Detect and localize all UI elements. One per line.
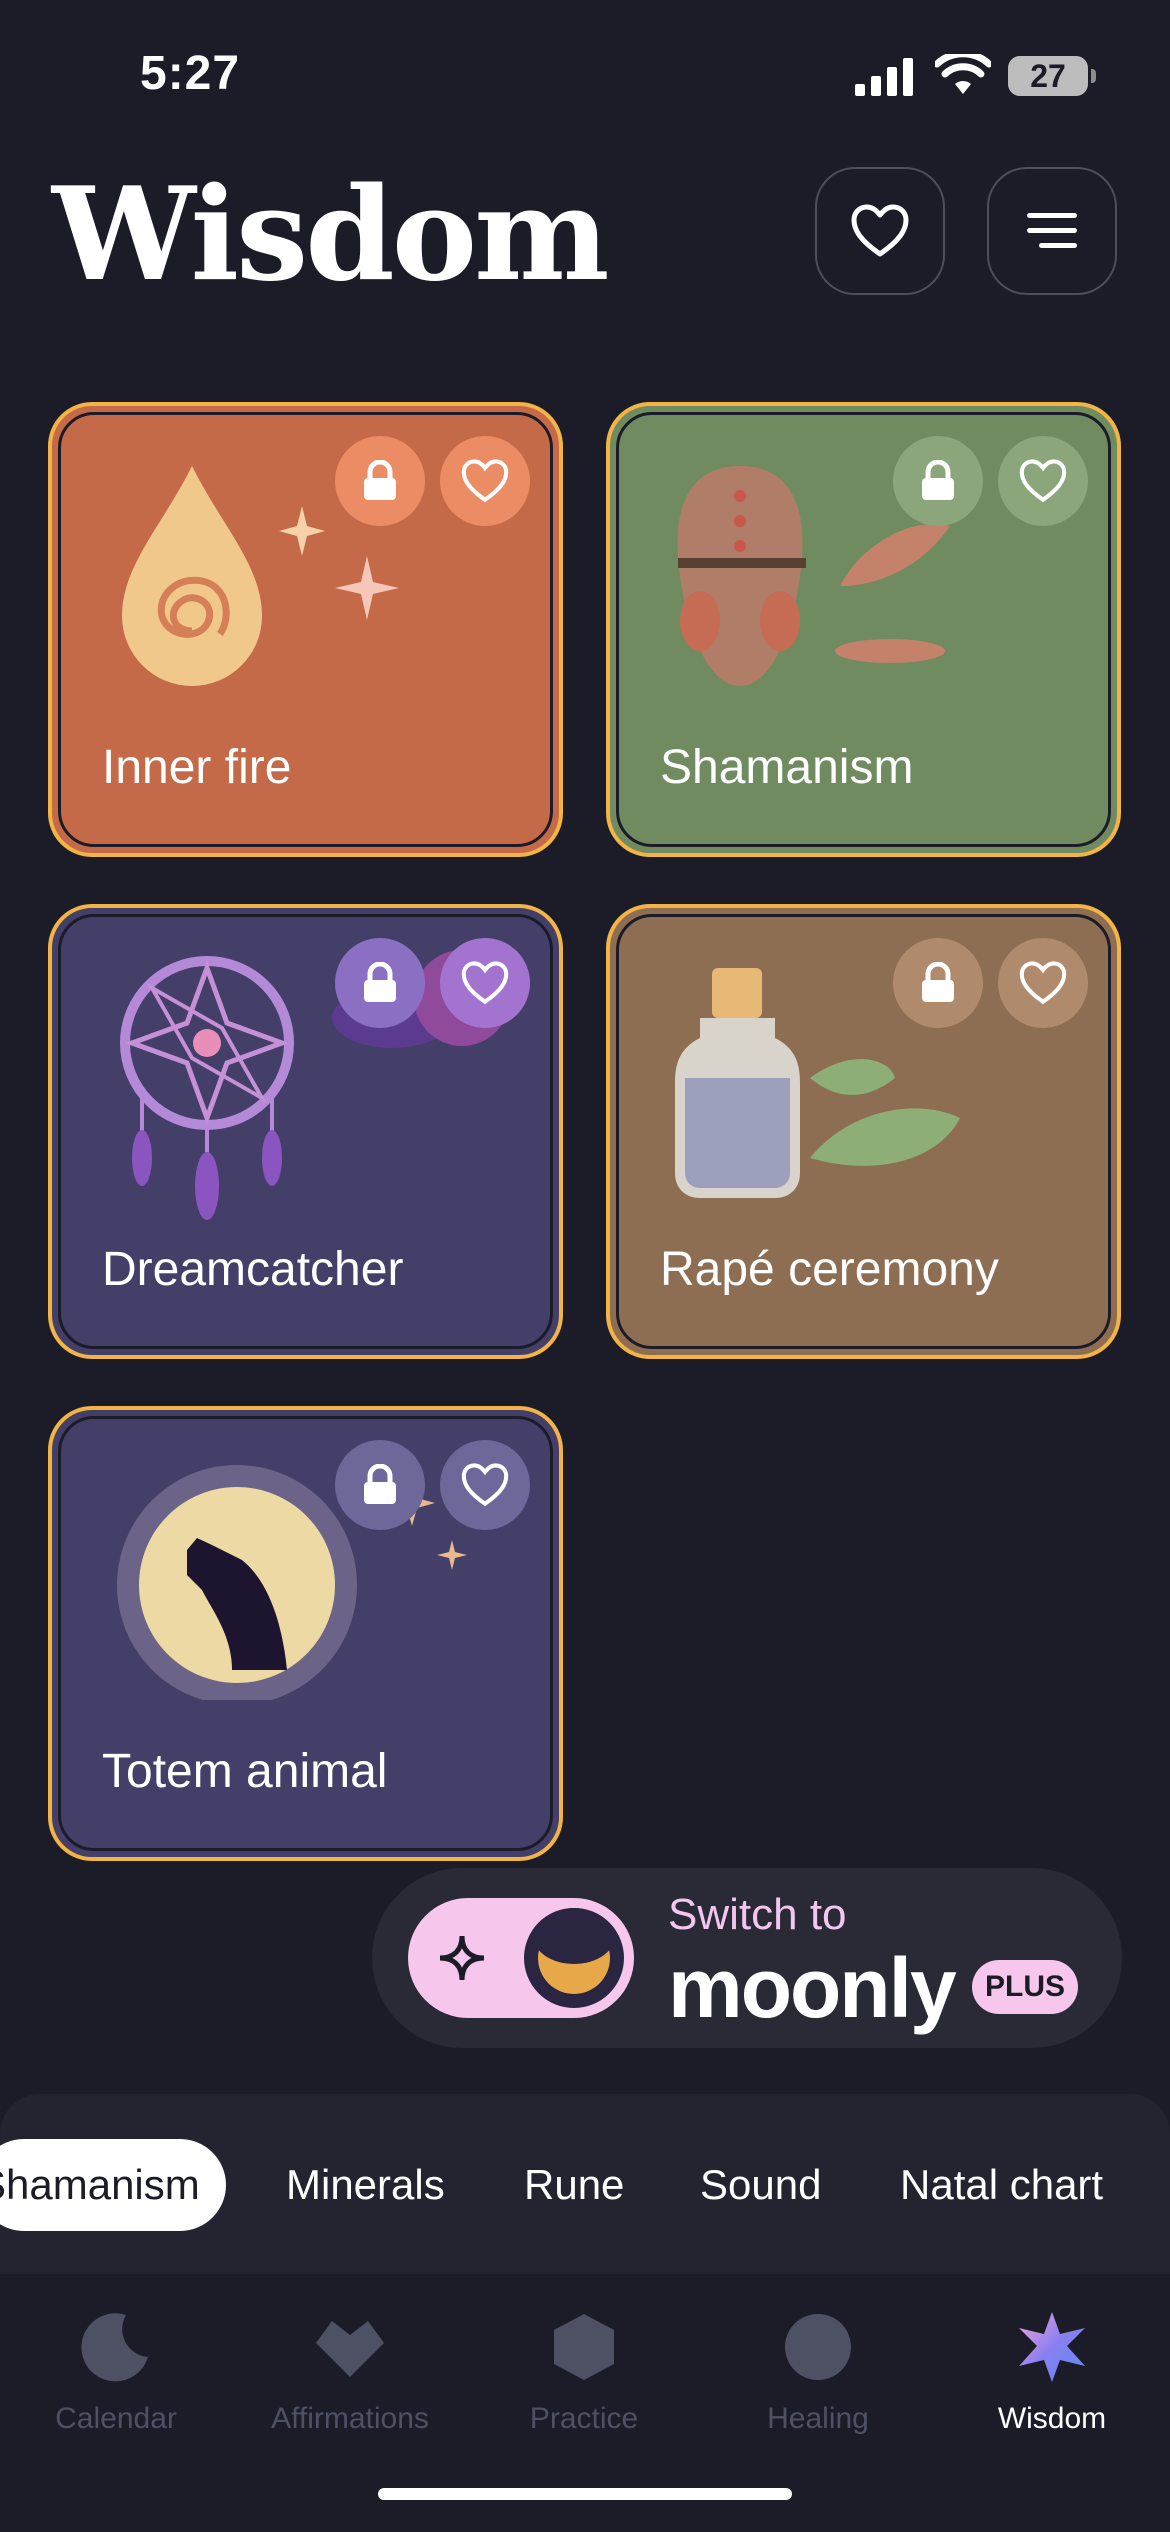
nav-affirmations[interactable]: Affirmations bbox=[250, 2302, 450, 2436]
heart-icon bbox=[461, 1463, 509, 1507]
nav-label: Wisdom bbox=[997, 2402, 1107, 2435]
promo-line: Switch to bbox=[668, 1890, 847, 1939]
nav-label: Calendar bbox=[55, 2402, 177, 2435]
favorite-button[interactable] bbox=[998, 436, 1088, 526]
page-title: Wisdom bbox=[52, 160, 609, 310]
sparkle-icon bbox=[439, 1935, 485, 1981]
cellular-signal-icon bbox=[855, 58, 913, 96]
moonly-plus-promo[interactable]: Switch to moonly PLUS bbox=[372, 1868, 1122, 2048]
status-time: 5:27 bbox=[140, 47, 241, 100]
heart-icon bbox=[461, 459, 509, 503]
star-icon bbox=[1019, 2312, 1085, 2382]
wifi-icon bbox=[935, 54, 991, 94]
favorite-button[interactable] bbox=[440, 938, 530, 1028]
card-totem-animal[interactable]: Totem animal bbox=[48, 1406, 563, 1861]
favorite-button[interactable] bbox=[998, 938, 1088, 1028]
mode-toggle[interactable] bbox=[408, 1898, 634, 2018]
tab-sound[interactable]: Sound bbox=[700, 2139, 821, 2231]
lock-button[interactable] bbox=[335, 1440, 425, 1530]
category-tabs: Shamanism Minerals Rune Sound Natal char… bbox=[0, 2094, 1170, 2274]
lock-button[interactable] bbox=[335, 436, 425, 526]
nav-wisdom[interactable]: Wisdom bbox=[952, 2302, 1152, 2436]
moon-icon bbox=[520, 1904, 628, 2012]
card-label: Dreamcatcher bbox=[102, 1243, 404, 1296]
heart-icon bbox=[1019, 961, 1067, 1005]
status-bar: 5:27 27 bbox=[0, 0, 1170, 150]
circle-icon bbox=[785, 2314, 851, 2380]
tab-minerals[interactable]: Minerals bbox=[286, 2139, 445, 2231]
nav-calendar[interactable]: Calendar bbox=[16, 2302, 216, 2436]
nav-healing[interactable]: Healing bbox=[718, 2302, 918, 2436]
lock-icon bbox=[922, 962, 954, 1002]
favorites-button[interactable] bbox=[815, 167, 945, 295]
nav-label: Healing bbox=[767, 2402, 869, 2435]
favorite-button[interactable] bbox=[440, 436, 530, 526]
tab-shamanism[interactable]: Shamanism bbox=[0, 2139, 226, 2231]
hexagon-icon bbox=[554, 2314, 614, 2380]
heart-icon bbox=[851, 204, 909, 257]
lock-icon bbox=[364, 460, 396, 500]
fire-drop-illustration bbox=[122, 466, 262, 686]
tab-rune[interactable]: Rune bbox=[524, 2139, 624, 2231]
moonly-logo: moonly bbox=[668, 1941, 957, 2035]
nav-label: Practice bbox=[529, 2402, 639, 2435]
heart-icon bbox=[1019, 459, 1067, 503]
lock-icon bbox=[364, 1464, 396, 1504]
lock-icon bbox=[364, 962, 396, 1002]
heart-icon bbox=[316, 2321, 384, 2377]
moon-icon bbox=[81, 2313, 148, 2382]
card-inner-fire[interactable]: Inner fire bbox=[48, 402, 563, 857]
lock-button[interactable] bbox=[893, 436, 983, 526]
card-label: Inner fire bbox=[102, 741, 292, 794]
home-indicator bbox=[378, 2488, 792, 2500]
favorite-button[interactable] bbox=[440, 1440, 530, 1530]
nav-practice[interactable]: Practice bbox=[484, 2302, 684, 2436]
card-dreamcatcher[interactable]: Dreamcatcher bbox=[48, 904, 563, 1359]
card-rape-ceremony[interactable]: Rapé ceremony bbox=[606, 904, 1121, 1359]
card-label: Totem animal bbox=[102, 1745, 388, 1798]
card-label: Rapé ceremony bbox=[660, 1243, 999, 1296]
lock-button[interactable] bbox=[335, 938, 425, 1028]
heart-icon bbox=[461, 961, 509, 1005]
card-shamanism[interactable]: Shamanism bbox=[606, 402, 1121, 857]
tab-natal-chart[interactable]: Natal chart bbox=[900, 2139, 1103, 2231]
nav-label: Affirmations bbox=[271, 2402, 429, 2435]
plus-badge: PLUS bbox=[972, 1960, 1078, 2014]
hamburger-menu-icon bbox=[1027, 213, 1077, 248]
battery-indicator: 27 bbox=[1008, 56, 1096, 96]
menu-button[interactable] bbox=[987, 167, 1117, 295]
lock-icon bbox=[922, 460, 954, 500]
card-label: Shamanism bbox=[660, 741, 914, 794]
lock-button[interactable] bbox=[893, 938, 983, 1028]
